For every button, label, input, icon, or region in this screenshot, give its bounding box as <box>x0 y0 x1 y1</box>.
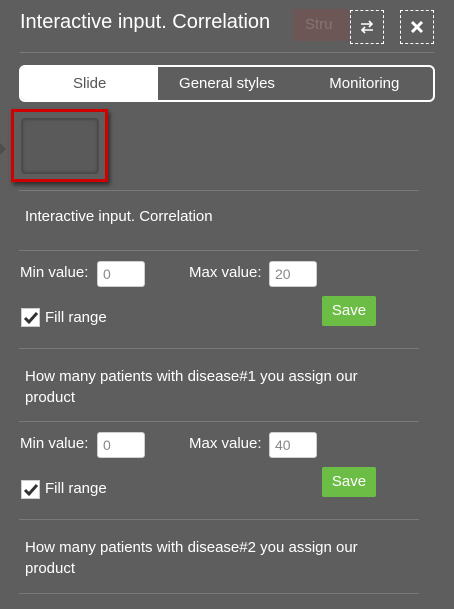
header-divider <box>20 52 434 53</box>
section-divider <box>19 421 419 422</box>
section-divider <box>19 519 419 520</box>
close-button[interactable] <box>400 10 434 44</box>
fill-range-label: Fill range <box>45 309 107 326</box>
max-value-label: Max value: <box>189 435 262 452</box>
min-value-label: Min value: <box>20 264 89 281</box>
section-divider <box>19 593 419 594</box>
section-divider <box>19 348 419 349</box>
close-icon <box>410 20 424 34</box>
section-divider <box>19 190 419 191</box>
fill-range-label: Fill range <box>45 480 107 497</box>
min-value-label: Min value: <box>20 435 89 452</box>
panel-header: Interactive input. Correlation Stru <box>0 0 454 58</box>
save-button[interactable]: Save <box>322 296 376 326</box>
thumbnail-pointer <box>0 143 6 155</box>
min-value-input[interactable] <box>97 261 145 287</box>
max-value-input[interactable] <box>269 432 317 458</box>
tab-monitoring[interactable]: Monitoring <box>296 67 433 100</box>
checkmark-icon <box>23 483 38 496</box>
section-title: How many patients with disease#2 you ass… <box>25 539 358 577</box>
tab-bar: Slide General styles Monitoring <box>19 65 435 102</box>
structure-button[interactable]: Stru <box>293 9 349 41</box>
swap-button[interactable] <box>350 10 384 44</box>
max-value-label: Max value: <box>189 264 262 281</box>
fill-range-checkbox[interactable] <box>21 480 40 499</box>
min-value-input[interactable] <box>97 432 145 458</box>
fill-range-checkbox[interactable] <box>21 308 40 327</box>
swap-arrows-icon <box>360 20 374 34</box>
tab-general-styles[interactable]: General styles <box>158 67 295 100</box>
checkmark-icon <box>23 311 38 324</box>
tab-slide[interactable]: Slide <box>21 67 159 100</box>
section-title: Interactive input. Correlation <box>25 208 213 225</box>
slide-thumbnail-selected[interactable] <box>11 109 108 182</box>
section-divider <box>19 250 419 251</box>
section-title: How many patients with disease#1 you ass… <box>25 368 358 406</box>
panel-title: Interactive input. Correlation <box>20 11 271 33</box>
save-button[interactable]: Save <box>322 467 376 497</box>
slide-thumbnail[interactable] <box>21 118 99 174</box>
max-value-input[interactable] <box>269 261 317 287</box>
